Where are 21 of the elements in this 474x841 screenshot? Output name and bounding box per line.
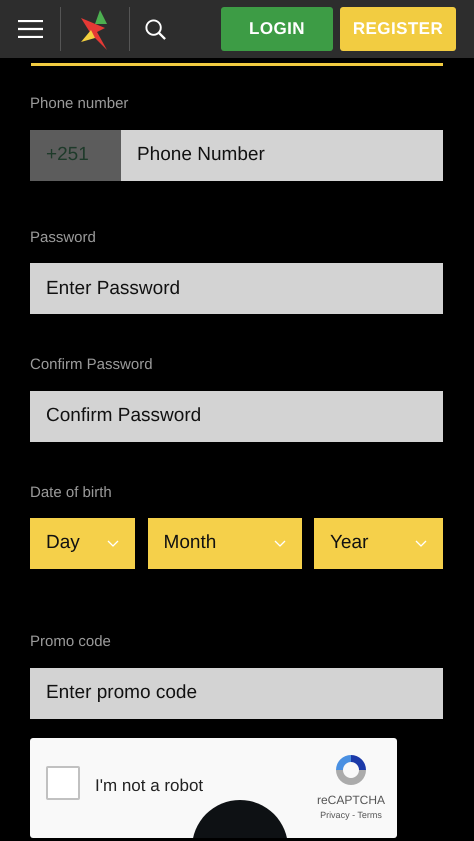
phone-input-field[interactable]: Phone Number: [121, 130, 443, 180]
input-field[interactable]: Enter promo code: [30, 668, 443, 718]
date-select[interactable]: Month: [148, 518, 302, 569]
chevron-icon: [415, 540, 427, 547]
input-field[interactable]: Confirm Password: [30, 390, 443, 442]
chevron-icon: [107, 540, 119, 547]
chevron-icon: [274, 540, 286, 547]
captcha-label: I'm not a robot: [95, 774, 204, 796]
menu-icon[interactable]: [18, 20, 43, 38]
field-label: Date of birth: [30, 482, 113, 502]
field-label: Password: [30, 228, 97, 248]
search-icon[interactable]: [144, 18, 167, 40]
privacy-terms-link[interactable]: Privacy - Terms: [320, 808, 382, 822]
recaptcha-text: reCAPTCHA: [316, 792, 385, 808]
field-label: Promo code: [30, 632, 112, 652]
date-select[interactable]: Day: [30, 518, 135, 569]
date-select[interactable]: Year: [314, 518, 443, 569]
field-label: Confirm Password: [30, 355, 154, 375]
field-label: Phone number: [30, 94, 130, 114]
robot-checkbox[interactable]: [46, 766, 80, 800]
input-field[interactable]: Enter Password: [30, 263, 443, 314]
